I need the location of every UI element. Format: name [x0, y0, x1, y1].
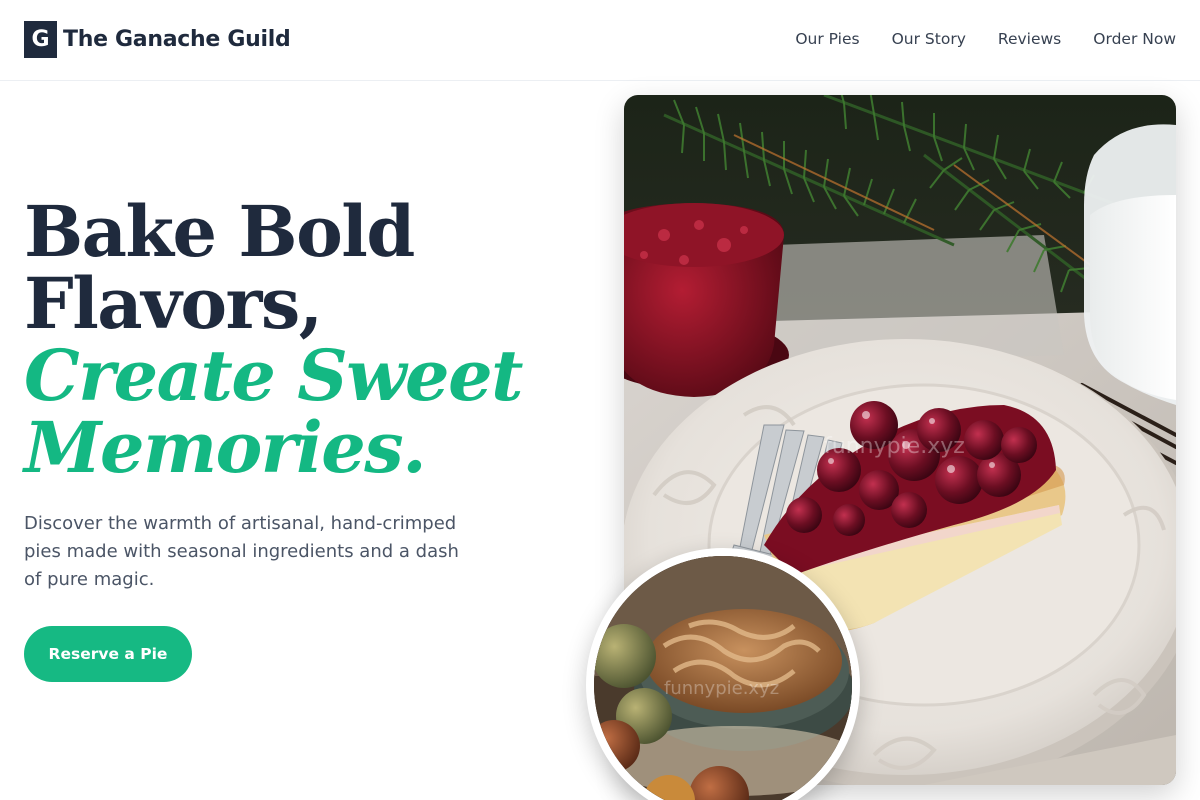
nav-link-our-pies[interactable]: Our Pies [795, 30, 859, 48]
nav-link-our-story[interactable]: Our Story [892, 30, 966, 48]
brand-name: The Ganache Guild [63, 27, 291, 52]
site-header: G The Ganache Guild Our Pies Our Story R… [0, 0, 1200, 81]
nav-link-reviews[interactable]: Reviews [998, 30, 1061, 48]
reserve-pie-button[interactable]: Reserve a Pie [24, 626, 192, 682]
logo-mark: G [24, 21, 57, 58]
circle-photo-watermark: funnypie.xyz [664, 678, 779, 699]
hero-description: Discover the warmth of artisanal, hand-c… [24, 513, 459, 590]
headline-line-2: Flavors, [24, 262, 323, 345]
apple-pie-illustration: funnypie.xyz [594, 556, 852, 800]
headline-line-1: Bake Bold [24, 190, 415, 273]
brand-logo[interactable]: G The Ganache Guild [24, 21, 291, 58]
main-nav: Our Pies Our Story Reviews Order Now [795, 30, 1176, 48]
hero-headline: Bake Bold Flavors, Create Sweet Memories… [24, 196, 584, 484]
headline-accent-line-2: Memories. [24, 406, 427, 489]
headline-accent-line-1: Create Sweet [24, 334, 523, 417]
nav-link-order-now[interactable]: Order Now [1093, 30, 1176, 48]
main-photo-watermark: funnypie.xyz [824, 434, 965, 459]
